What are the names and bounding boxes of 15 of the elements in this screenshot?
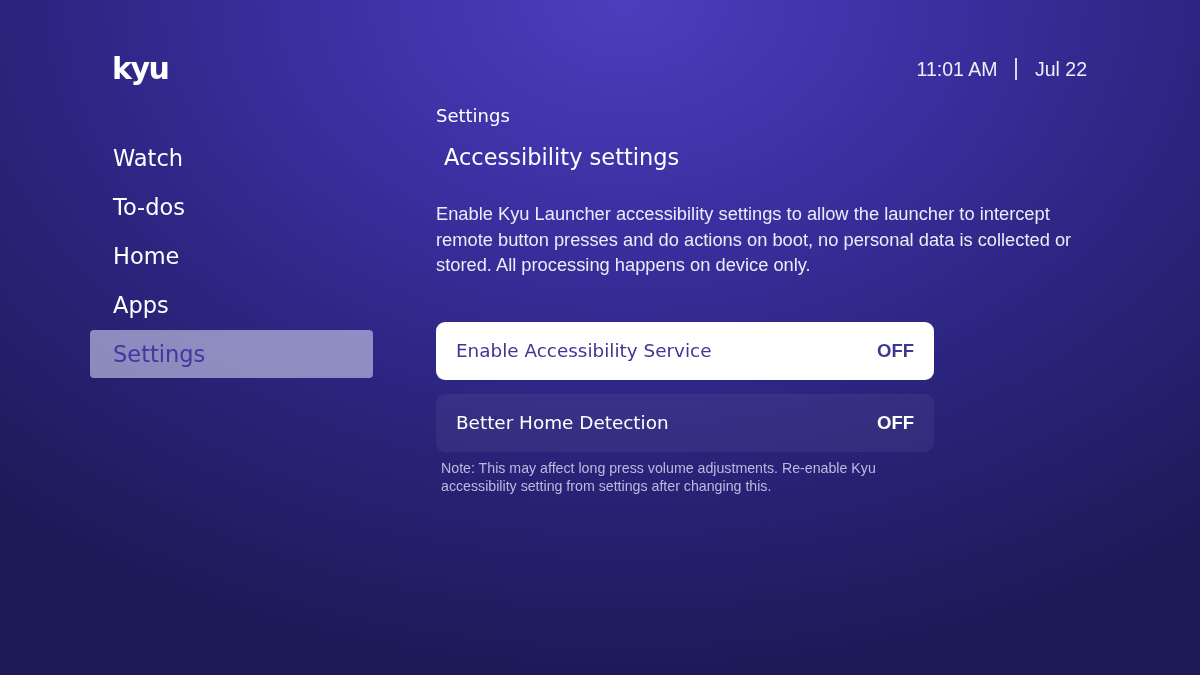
toggle-state: OFF bbox=[877, 339, 914, 362]
note-text: Note: This may affect long press volume adjustments. Re-enable Kyu accessibility setting from settings after changing this. bbox=[440, 458, 877, 495]
nav-item[interactable]: Home bbox=[90, 232, 373, 280]
setting-option[interactable]: Better Home Detection OFF bbox=[436, 393, 934, 452]
toggle-state: OFF bbox=[877, 411, 914, 434]
nav-item[interactable]: Watch bbox=[90, 134, 373, 182]
nav-item[interactable]: Apps bbox=[90, 281, 373, 329]
description-text: Enable Kyu Launcher accessibility settings to allow the launcher to intercept remote button presses and do actions on boot, no personal data is collected or stored. All processing happens on device only. bbox=[436, 202, 1073, 277]
date-label: Jul 22 bbox=[1034, 57, 1087, 81]
clock-time: 11:01 AM bbox=[916, 57, 998, 81]
breadcrumb: Settings bbox=[436, 105, 511, 127]
page-title: Accessibility settings bbox=[443, 143, 681, 172]
nav-item[interactable]: To-dos bbox=[90, 183, 373, 231]
setting-option[interactable]: Enable Accessibility Service OFF bbox=[436, 321, 934, 380]
logo: kyu bbox=[112, 50, 169, 88]
